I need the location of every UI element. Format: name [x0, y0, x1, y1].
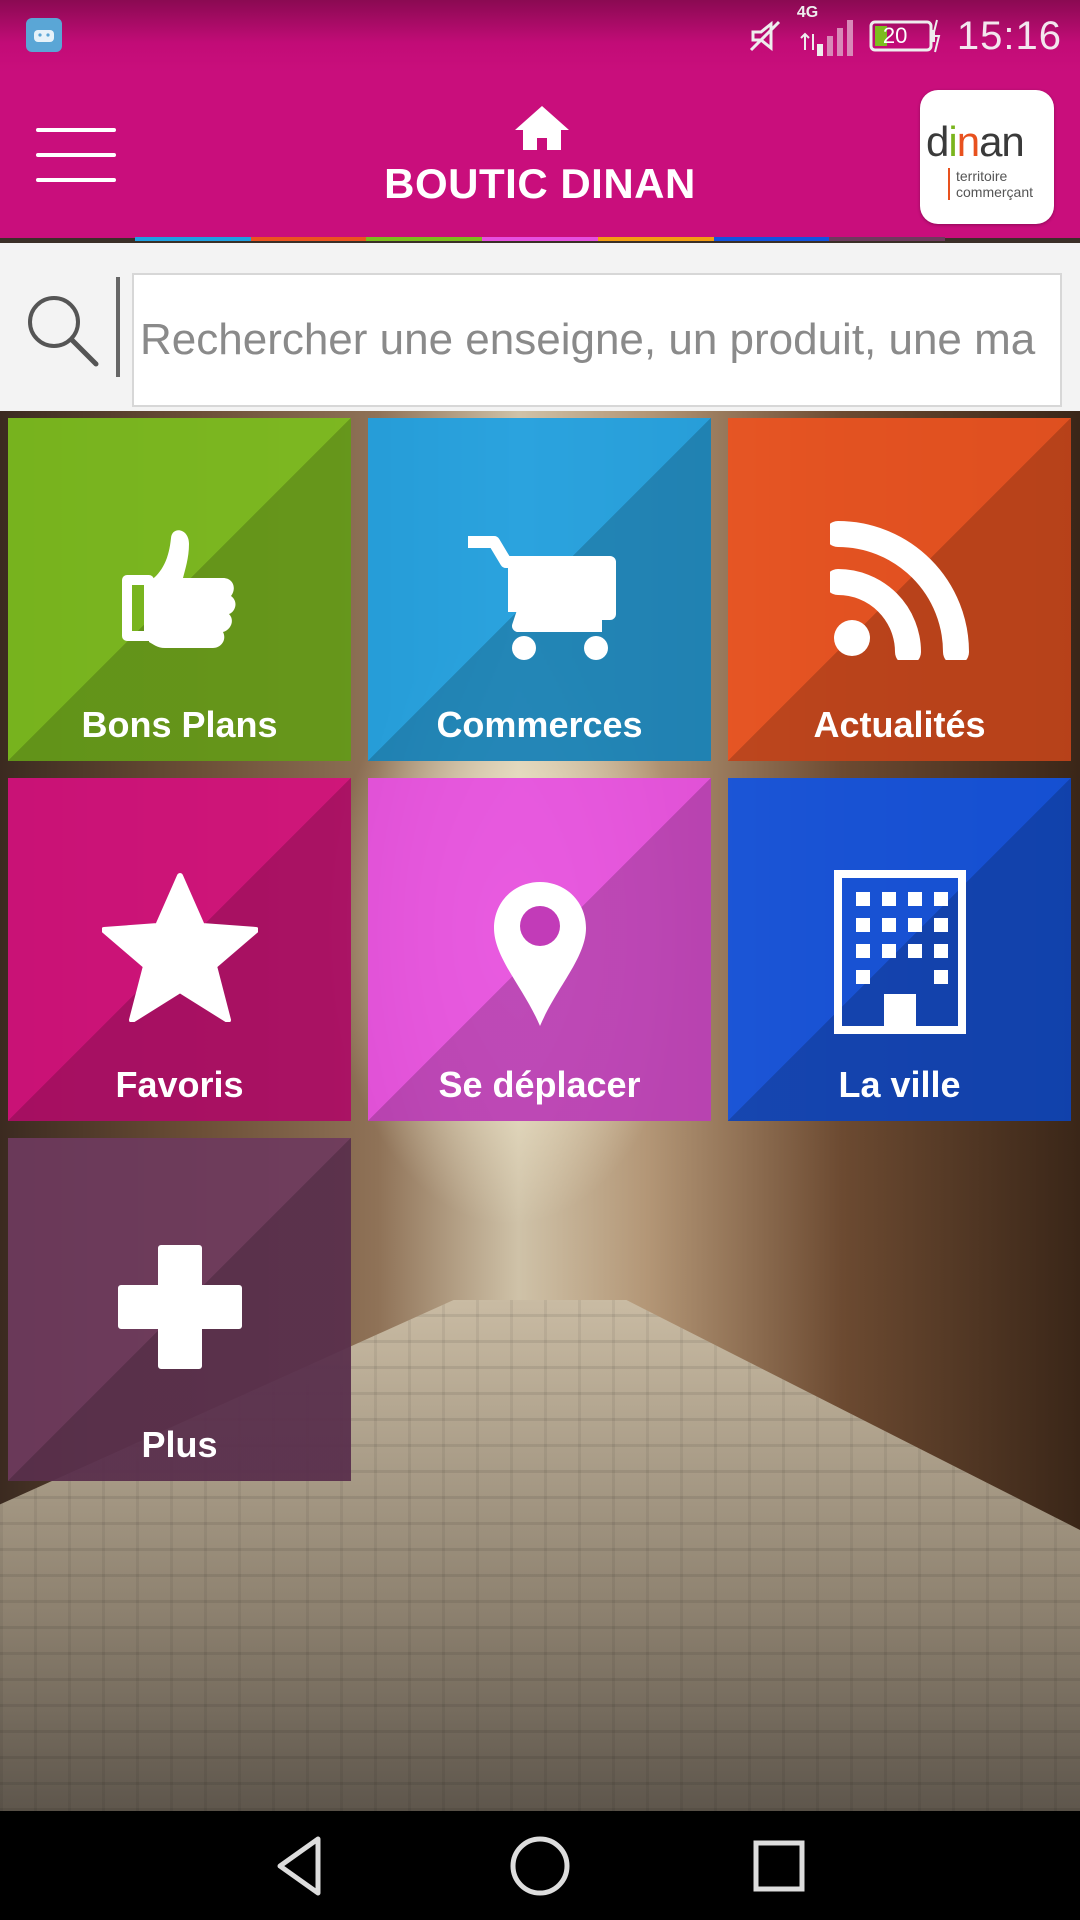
building-icon [833, 870, 966, 1034]
tile-label: La ville [838, 1064, 961, 1105]
logo-wordmark: dinan [926, 118, 1025, 165]
tile-favoris[interactable]: Favoris [8, 778, 351, 1121]
accent-color-line [135, 237, 946, 241]
tile-label: Commerces [436, 704, 643, 745]
back-icon[interactable] [268, 1833, 334, 1899]
battery-icon: 20 [869, 18, 943, 54]
map-pin-icon [493, 882, 586, 1026]
search-input[interactable] [132, 273, 1062, 407]
app-title: BOUTIC DINAN [384, 160, 696, 207]
thumbs-up-icon [121, 530, 235, 648]
rss-icon [829, 521, 969, 660]
recent-apps-icon[interactable] [746, 1833, 812, 1899]
app-bar: BOUTIC DINAN dinan territoire commerçant [0, 72, 1080, 241]
mute-icon [745, 16, 785, 56]
system-navigation-bar [0, 1811, 1080, 1920]
search-icon[interactable] [22, 290, 102, 370]
tile-label: Favoris [115, 1064, 244, 1105]
tile-actualites[interactable]: Actualités [728, 418, 1071, 761]
battery-level: 20 [882, 23, 908, 48]
tile-label: Se déplacer [438, 1064, 641, 1105]
clock: 15:16 [956, 13, 1062, 58]
star-icon [101, 873, 258, 1022]
tile-se-deplacer[interactable]: Se déplacer [368, 778, 711, 1121]
tile-la-ville[interactable]: La ville [728, 778, 1071, 1121]
tile-plus[interactable]: Plus [8, 1138, 351, 1481]
android-notification-icon [26, 18, 62, 52]
network-type: 4G [796, 4, 819, 21]
plus-icon [117, 1245, 242, 1369]
tile-label: Plus [141, 1424, 218, 1465]
cart-icon [467, 536, 616, 660]
tile-label: Actualités [813, 704, 986, 745]
home-icon[interactable] [513, 104, 571, 152]
status-bar: 4G 20 15:16 [0, 0, 1080, 72]
tile-label: Bons Plans [81, 704, 278, 745]
dinan-logo[interactable]: dinan territoire commerçant [920, 90, 1054, 224]
home-nav-icon[interactable] [507, 1833, 573, 1899]
logo-subtitle: territoire commerçant [948, 168, 1033, 200]
tile-bons-plans[interactable]: Bons Plans [8, 418, 351, 761]
search-divider [116, 277, 120, 377]
tile-commerces[interactable]: Commerces [368, 418, 711, 761]
signal-icon: 4G [797, 4, 855, 58]
